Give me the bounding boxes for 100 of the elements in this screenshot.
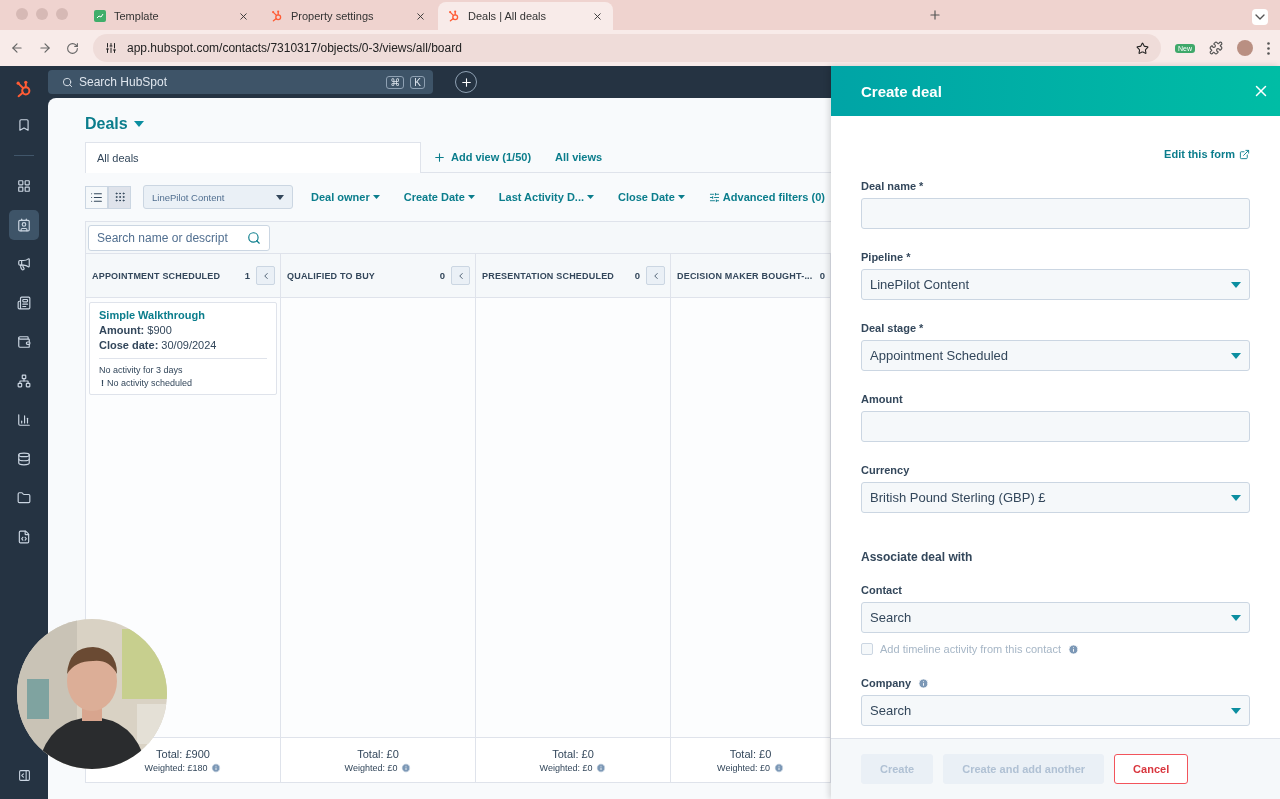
field-label: Pipeline * bbox=[861, 251, 911, 263]
all-views-link[interactable]: All views bbox=[543, 142, 615, 172]
deal-title-link[interactable]: Simple Walkthrough bbox=[99, 309, 267, 321]
caret-icon bbox=[1231, 281, 1241, 288]
checkbox-label: Add timeline activity from this contact bbox=[880, 643, 1061, 655]
filter-dropdown[interactable]: Deal owner bbox=[305, 191, 386, 203]
search-icon bbox=[247, 230, 261, 245]
sliders-icon bbox=[708, 191, 720, 203]
info-icon bbox=[211, 762, 222, 773]
field-label: Amount bbox=[861, 393, 904, 405]
view-tab[interactable]: All deals bbox=[85, 142, 421, 173]
advanced-filters-button[interactable]: Advanced filters (0) bbox=[702, 191, 831, 203]
spreadsheet-icon bbox=[94, 10, 106, 22]
expand-sidebar-icon[interactable] bbox=[17, 768, 31, 782]
caret-icon bbox=[1231, 494, 1241, 501]
list-view-button[interactable] bbox=[85, 185, 108, 209]
close-icon[interactable] bbox=[592, 10, 603, 22]
info-icon bbox=[773, 762, 784, 773]
checkbox[interactable] bbox=[861, 643, 873, 655]
database-icon bbox=[17, 452, 31, 466]
extensions-icon[interactable] bbox=[1209, 41, 1223, 55]
board-search-field[interactable]: Search name or descript bbox=[88, 224, 270, 251]
close-icon[interactable] bbox=[238, 10, 249, 22]
search-icon bbox=[62, 76, 73, 88]
stage-name: DECISION MAKER BOUGHT-... bbox=[677, 270, 814, 281]
contacts-icon bbox=[17, 218, 31, 232]
activity-text: No activity scheduled bbox=[107, 378, 193, 388]
weighted-total: Weighted: £180 bbox=[144, 762, 208, 773]
tab-title: Deals | All deals bbox=[468, 10, 548, 22]
folder-icon bbox=[17, 491, 31, 505]
caret-icon bbox=[587, 195, 594, 199]
grid-icon bbox=[113, 191, 126, 203]
search-field[interactable]: Search HubSpot ⌘ K bbox=[48, 70, 433, 94]
caret-icon bbox=[1231, 707, 1241, 714]
shortcut-key: ⌘ bbox=[386, 75, 405, 89]
select-field[interactable]: Appointment Scheduled bbox=[861, 340, 1250, 371]
select-field[interactable]: British Pound Sterling (GBP) £ bbox=[861, 482, 1250, 513]
wallet-icon bbox=[17, 335, 31, 349]
pipeline-select[interactable]: LinePilot Content bbox=[143, 185, 293, 209]
field-label: Currency bbox=[861, 464, 910, 476]
stage-name: APPOINTMENT SCHEDULED bbox=[92, 270, 222, 281]
caret-icon bbox=[1231, 614, 1241, 621]
weighted-total: Weighted: £0 bbox=[344, 762, 398, 773]
input-field[interactable] bbox=[861, 198, 1250, 229]
megaphone-icon bbox=[17, 257, 31, 271]
section-heading: Associate deal with bbox=[861, 550, 974, 564]
caret-icon bbox=[133, 120, 144, 127]
sprocket-logo-icon bbox=[448, 10, 460, 22]
document-icon bbox=[17, 296, 31, 310]
deal-card[interactable]: Simple Walkthrough Amount: $900 Close date: 30/09/2024 No activity for 3 days ! No activity scheduled bbox=[89, 302, 277, 395]
add-view-link[interactable]: Add view (1/50) bbox=[421, 142, 544, 172]
chart-icon bbox=[17, 413, 31, 427]
tab-list-icon[interactable] bbox=[1252, 9, 1268, 25]
filter-dropdown[interactable]: Last Activity D... bbox=[492, 191, 600, 203]
select-field[interactable]: Search bbox=[861, 602, 1250, 633]
deal-detail: Amount: $900 bbox=[99, 324, 173, 336]
sidebar-item[interactable] bbox=[9, 210, 39, 240]
back-icon[interactable] bbox=[10, 41, 24, 55]
weighted-total: Weighted: £0 bbox=[539, 762, 593, 773]
site-settings-icon[interactable] bbox=[105, 42, 117, 54]
select-field[interactable]: Search bbox=[861, 695, 1250, 726]
form-button[interactable]: Cancel bbox=[1114, 754, 1189, 784]
field-label: Company bbox=[861, 677, 912, 689]
bookmark-icon bbox=[17, 118, 31, 132]
stage-name: QUALIFIED TO BUY bbox=[287, 270, 377, 281]
weighted-total: Weighted: £0 bbox=[717, 762, 770, 773]
reload-icon[interactable] bbox=[66, 41, 79, 55]
menu-icon[interactable] bbox=[1267, 41, 1270, 55]
input-field[interactable] bbox=[861, 411, 1250, 442]
bookmark-star-icon[interactable] bbox=[1136, 41, 1149, 55]
panel-title: Create deal bbox=[861, 82, 942, 100]
address-bar[interactable]: app.hubspot.com/contacts/7310317/objects/0-3/views/all/board bbox=[93, 34, 1161, 62]
code-icon bbox=[17, 530, 31, 544]
forward-icon[interactable] bbox=[38, 41, 52, 55]
board-view-button[interactable] bbox=[108, 185, 131, 209]
external-link-icon bbox=[1239, 148, 1250, 160]
activity-text: No activity for 3 days bbox=[99, 365, 184, 375]
column-total: Total: £0 bbox=[552, 747, 594, 760]
filter-dropdown[interactable]: Close Date bbox=[612, 191, 691, 203]
select-field[interactable]: LinePilot Content bbox=[861, 269, 1250, 300]
close-icon[interactable] bbox=[415, 10, 426, 22]
browser-tab[interactable]: Property settings bbox=[261, 2, 436, 30]
browser-tab[interactable]: Deals | All deals bbox=[438, 2, 613, 30]
column-total: Total: £900 bbox=[156, 747, 210, 760]
edit-form-link[interactable]: Edit this form bbox=[1164, 148, 1250, 160]
browser-tab[interactable]: Template bbox=[84, 2, 259, 30]
deal-detail: Close date: 30/09/2024 bbox=[99, 339, 218, 351]
shortcut-key: K bbox=[410, 75, 425, 89]
plus-icon bbox=[433, 150, 446, 164]
stage-name: PRESENTATION SCHEDULED bbox=[482, 270, 616, 281]
page-title[interactable]: Deals bbox=[85, 114, 128, 133]
deal-count: 0 bbox=[819, 270, 825, 281]
info-icon bbox=[596, 762, 607, 773]
filter-dropdown[interactable]: Create Date bbox=[397, 191, 481, 203]
deal-count: 1 bbox=[244, 270, 250, 281]
list-icon bbox=[90, 190, 103, 204]
deal-count: 0 bbox=[439, 270, 445, 281]
grid-icon bbox=[17, 179, 31, 193]
alert-icon: ! bbox=[101, 378, 104, 388]
column-total: Total: £0 bbox=[357, 747, 399, 760]
